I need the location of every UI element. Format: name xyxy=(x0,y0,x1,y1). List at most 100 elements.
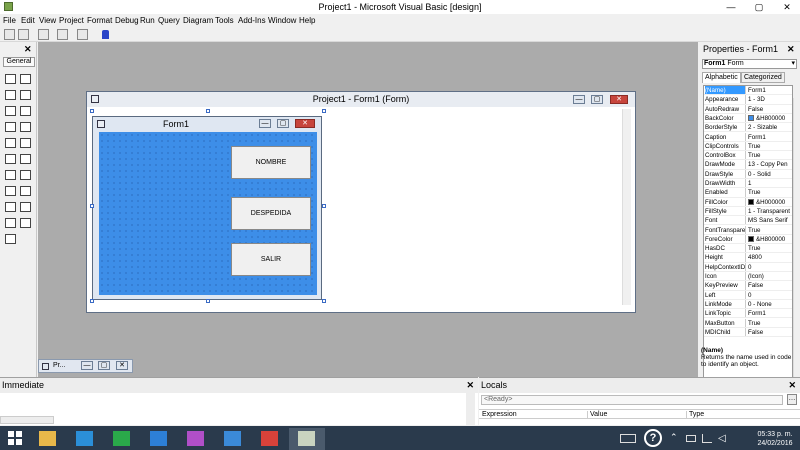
image-icon[interactable] xyxy=(5,218,16,228)
toolbox-close-button[interactable]: ✕ xyxy=(24,44,32,55)
property-value[interactable]: True xyxy=(748,226,792,234)
hscrollbar-icon[interactable] xyxy=(5,154,16,164)
properties-object-combo[interactable]: Form1 Form ▾ xyxy=(702,59,797,69)
checkbox-icon[interactable] xyxy=(5,122,16,132)
align-icon[interactable] xyxy=(18,29,29,40)
form1-minimize-button[interactable]: — xyxy=(259,119,271,128)
internet-explorer-taskbar-button[interactable] xyxy=(67,428,103,450)
despedida-button[interactable]: DESPEDIDA xyxy=(231,197,311,230)
optionbutton-icon[interactable] xyxy=(20,122,31,132)
property-row[interactable]: FillColor &H000000 xyxy=(704,197,792,207)
immediate-close-button[interactable]: ✕ xyxy=(466,380,474,391)
file-explorer-taskbar-button[interactable] xyxy=(30,428,66,450)
property-value[interactable]: &H000000 xyxy=(748,198,792,206)
combobox-icon[interactable] xyxy=(5,138,16,148)
form1[interactable]: Form1 — ▢ ✕ NOMBRE DESPEDIDA SALIR xyxy=(92,116,322,300)
property-value[interactable]: 1 xyxy=(748,179,792,187)
minimize-button[interactable]: — xyxy=(718,0,744,14)
property-row[interactable]: BackColor &H800000 xyxy=(704,113,792,124)
property-row[interactable]: ForeColor &H800000 xyxy=(704,234,792,245)
commandbutton-icon[interactable] xyxy=(20,106,31,116)
property-value[interactable]: (Icon) xyxy=(748,272,792,280)
selection-handle[interactable] xyxy=(206,299,210,303)
timer-icon[interactable] xyxy=(5,170,16,180)
property-value[interactable]: True xyxy=(748,188,792,196)
immediate-hscrollbar[interactable] xyxy=(0,416,54,424)
menu-view[interactable]: View xyxy=(39,16,56,25)
property-row[interactable]: (Name) Form1 xyxy=(704,86,792,96)
designer-vertical-scrollbar[interactable] xyxy=(622,109,631,305)
form1-client-area[interactable]: NOMBRE DESPEDIDA SALIR xyxy=(99,132,317,295)
form-designer-maximize-button[interactable]: ▢ xyxy=(591,95,603,104)
immediate-text-area[interactable] xyxy=(0,393,466,417)
menu-debug[interactable]: Debug xyxy=(115,16,139,25)
property-value[interactable]: Form1 xyxy=(748,133,792,141)
property-value[interactable]: 0 - None xyxy=(748,300,792,308)
properties-close-button[interactable]: ✕ xyxy=(787,44,795,55)
tab-categorized[interactable]: Categorized xyxy=(741,72,785,83)
column-value[interactable]: Value xyxy=(587,411,607,418)
selection-handle[interactable] xyxy=(322,109,326,113)
property-row[interactable]: ControlBox True xyxy=(704,151,792,161)
property-row[interactable]: LinkTopic Form1 xyxy=(704,309,792,319)
vscrollbar-icon[interactable] xyxy=(20,154,31,164)
keyboard-icon[interactable] xyxy=(620,434,636,443)
chrome-taskbar-button[interactable] xyxy=(252,428,288,450)
align-left-icon[interactable] xyxy=(38,29,49,40)
property-row[interactable]: FillStyle 1 - Transparent xyxy=(704,206,792,217)
store-taskbar-button[interactable] xyxy=(104,428,140,450)
form-designer-close-button[interactable]: ✕ xyxy=(610,95,628,104)
property-value[interactable]: 1 - Transparent xyxy=(748,207,792,215)
start-button[interactable] xyxy=(0,426,30,450)
property-value[interactable]: True xyxy=(748,244,792,252)
salir-button[interactable]: SALIR xyxy=(231,243,311,276)
property-row[interactable]: KeyPreview False xyxy=(704,281,792,291)
property-row[interactable]: Left 0 xyxy=(704,290,792,300)
menu-window[interactable]: Window xyxy=(268,16,296,25)
property-row[interactable]: Height 4800 xyxy=(704,253,792,263)
menu-edit[interactable]: Edit xyxy=(21,16,35,25)
menu-file[interactable]: File xyxy=(3,16,16,25)
property-value[interactable]: True xyxy=(748,142,792,150)
property-row[interactable]: Enabled True xyxy=(704,188,792,198)
locals-ellipsis-button[interactable]: … xyxy=(787,394,797,405)
maximize-button[interactable]: ▢ xyxy=(746,0,772,14)
menu-project[interactable]: Project xyxy=(59,16,84,25)
property-value[interactable]: False xyxy=(748,328,792,336)
help-icon[interactable]: ? xyxy=(644,429,662,447)
frame-icon[interactable] xyxy=(5,106,16,116)
property-value[interactable]: Form1 xyxy=(748,309,792,317)
menu-help[interactable]: Help xyxy=(299,16,315,25)
nombre-button[interactable]: NOMBRE xyxy=(231,146,311,179)
volume-icon[interactable]: ◁ xyxy=(718,433,726,444)
property-value[interactable]: MS Sans Serif xyxy=(748,216,792,224)
property-value[interactable]: &H800000 xyxy=(748,114,792,122)
property-value[interactable]: True xyxy=(748,319,792,327)
selection-handle[interactable] xyxy=(322,204,326,208)
data-icon[interactable] xyxy=(20,218,31,228)
listbox-icon[interactable] xyxy=(20,138,31,148)
center-icon[interactable] xyxy=(57,29,68,40)
menu-query[interactable]: Query xyxy=(158,16,180,25)
property-value[interactable]: False xyxy=(748,105,792,113)
property-row[interactable]: Icon (Icon) xyxy=(704,272,792,282)
property-row[interactable]: Appearance 1 - 3D xyxy=(704,95,792,105)
property-value[interactable]: 0 xyxy=(748,291,792,299)
property-row[interactable]: Font MS Sans Serif xyxy=(704,216,792,226)
property-row[interactable]: DrawWidth 1 xyxy=(704,179,792,189)
lock-icon[interactable] xyxy=(102,30,109,39)
locals-close-button[interactable]: ✕ xyxy=(788,380,796,391)
property-row[interactable]: MDIChild False xyxy=(704,327,792,338)
line-icon[interactable] xyxy=(20,202,31,212)
property-value[interactable]: 1 - 3D xyxy=(748,95,792,103)
property-row[interactable]: ClipControls True xyxy=(704,141,792,152)
selection-handle[interactable] xyxy=(322,299,326,303)
close-button[interactable]: ✕ xyxy=(774,0,800,14)
form1-maximize-button[interactable]: ▢ xyxy=(277,119,289,128)
property-value[interactable]: &H800000 xyxy=(748,235,792,243)
menu-format[interactable]: Format xyxy=(87,16,112,25)
label-icon[interactable] xyxy=(5,90,16,100)
property-value[interactable]: True xyxy=(748,151,792,159)
shape-icon[interactable] xyxy=(5,202,16,212)
property-value[interactable]: 4800 xyxy=(748,253,792,261)
